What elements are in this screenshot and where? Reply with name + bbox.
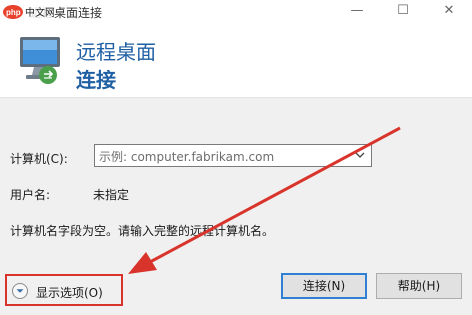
remote-desktop-monitor-icon bbox=[20, 37, 60, 84]
hint-text: 计算机名字段为空。请输入完整的远程计算机名。 bbox=[10, 224, 275, 238]
help-button[interactable]: 帮助(H) bbox=[376, 273, 462, 299]
connect-button[interactable]: 连接(N) bbox=[281, 273, 367, 299]
username-value: 未指定 bbox=[93, 188, 130, 202]
computer-label: 计算机(C): bbox=[10, 152, 68, 166]
svg-text:中文网: 中文网 bbox=[25, 6, 54, 19]
svg-text:php: php bbox=[6, 8, 21, 17]
close-button[interactable]: ✕ bbox=[426, 0, 472, 24]
header-title-line2: 连接 bbox=[76, 68, 116, 92]
title-bar: 远程桌面连接 php 中文网 — ☐ ✕ bbox=[0, 0, 472, 24]
dialog-header: 远程桌面 连接 bbox=[0, 24, 472, 98]
maximize-button[interactable]: ☐ bbox=[380, 0, 426, 24]
show-options-label[interactable]: 显示选项(O) bbox=[36, 284, 103, 301]
username-label: 用户名: bbox=[10, 188, 51, 202]
expand-circle-icon[interactable] bbox=[12, 283, 28, 299]
chevron-down-icon[interactable] bbox=[353, 148, 367, 162]
computer-input-placeholder[interactable]: 示例: computer.fabrikam.com bbox=[99, 148, 274, 165]
show-options-button[interactable]: 显示选项(O) bbox=[12, 283, 118, 301]
computer-combobox[interactable]: 示例: computer.fabrikam.com bbox=[94, 144, 372, 167]
minimize-button[interactable]: — bbox=[334, 0, 380, 24]
header-title-line1: 远程桌面 bbox=[76, 40, 156, 64]
php-watermark-logo: php 中文网 bbox=[3, 4, 54, 20]
